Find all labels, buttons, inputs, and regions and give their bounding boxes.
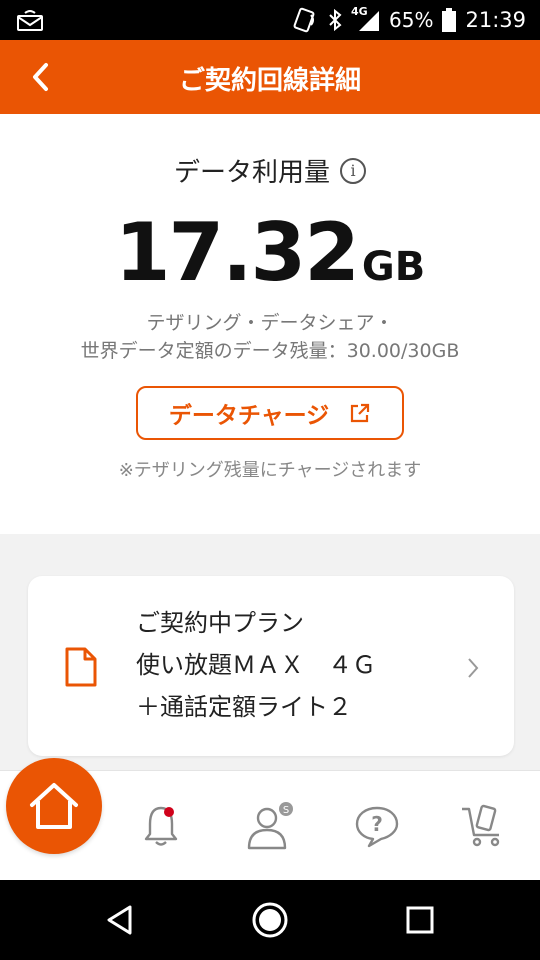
notification-icon [16, 8, 44, 32]
amount-unit: GB [361, 244, 426, 290]
bluetooth-icon [327, 8, 343, 32]
svg-text:S: S [283, 805, 289, 816]
triangle-back-icon [107, 905, 132, 935]
signal-icon: 4G [351, 5, 381, 33]
status-bar: 4G 65% 21:39 [0, 0, 540, 40]
plan-card[interactable]: ご契約中プラン 使い放題ＭＡＸ ４Ｇ ＋通話定額ライト２ [28, 576, 514, 756]
plan-name-line2: ＋通話定額ライト２ [136, 693, 352, 721]
plan-name-line1: 使い放題ＭＡＸ ４Ｇ [136, 651, 376, 679]
battery-text: 65% [389, 8, 434, 32]
clock: 21:39 [465, 8, 526, 32]
system-nav-bar [0, 880, 540, 960]
data-usage-label: データ利用量 [173, 158, 330, 188]
info-icon[interactable]: i [340, 157, 366, 184]
nav-notifications[interactable] [134, 799, 188, 853]
system-back-button[interactable] [100, 900, 140, 940]
document-icon [64, 646, 98, 692]
home-icon [30, 783, 78, 829]
remaining-label-line1: テザリング・データシェア・ [146, 312, 394, 334]
nfc-icon [293, 7, 319, 33]
data-charge-button[interactable]: データチャージ [136, 386, 404, 440]
user-icon: S [247, 802, 293, 850]
data-usage-card: データ利用量 i 17.32 GB テザリング・データシェア・ 世界データ定額の… [0, 114, 540, 534]
amount-value: 17.32 [114, 206, 360, 299]
charge-note: ※テザリング残量にチャージされます [118, 460, 422, 481]
nav-account[interactable]: S [243, 799, 297, 853]
svg-text:?: ? [371, 812, 383, 836]
help-icon: ? [355, 806, 399, 848]
nav-help[interactable]: ? [350, 799, 404, 853]
system-home-button[interactable] [250, 900, 290, 940]
nav-shop[interactable] [456, 799, 510, 853]
remaining-label-line2: 世界データ定額のデータ残量：30.00/30GB [80, 340, 460, 362]
app-bar: ご契約回線詳細 [0, 40, 540, 114]
plan-heading: ご契約中プラン [136, 609, 304, 637]
bell-icon [144, 806, 178, 846]
nav-home[interactable] [6, 758, 102, 854]
square-recents-icon [406, 906, 434, 934]
cart-icon [462, 804, 500, 847]
battery-icon [441, 7, 457, 33]
page-title: ご契約回線詳細 [178, 66, 361, 96]
chevron-right-icon [466, 656, 480, 684]
external-link-icon [351, 403, 370, 423]
system-recents-button[interactable] [400, 900, 440, 940]
circle-home-icon [252, 902, 288, 938]
data-usage-amount: 17.32 GB [0, 206, 540, 299]
data-charge-label: データチャージ [168, 403, 330, 429]
